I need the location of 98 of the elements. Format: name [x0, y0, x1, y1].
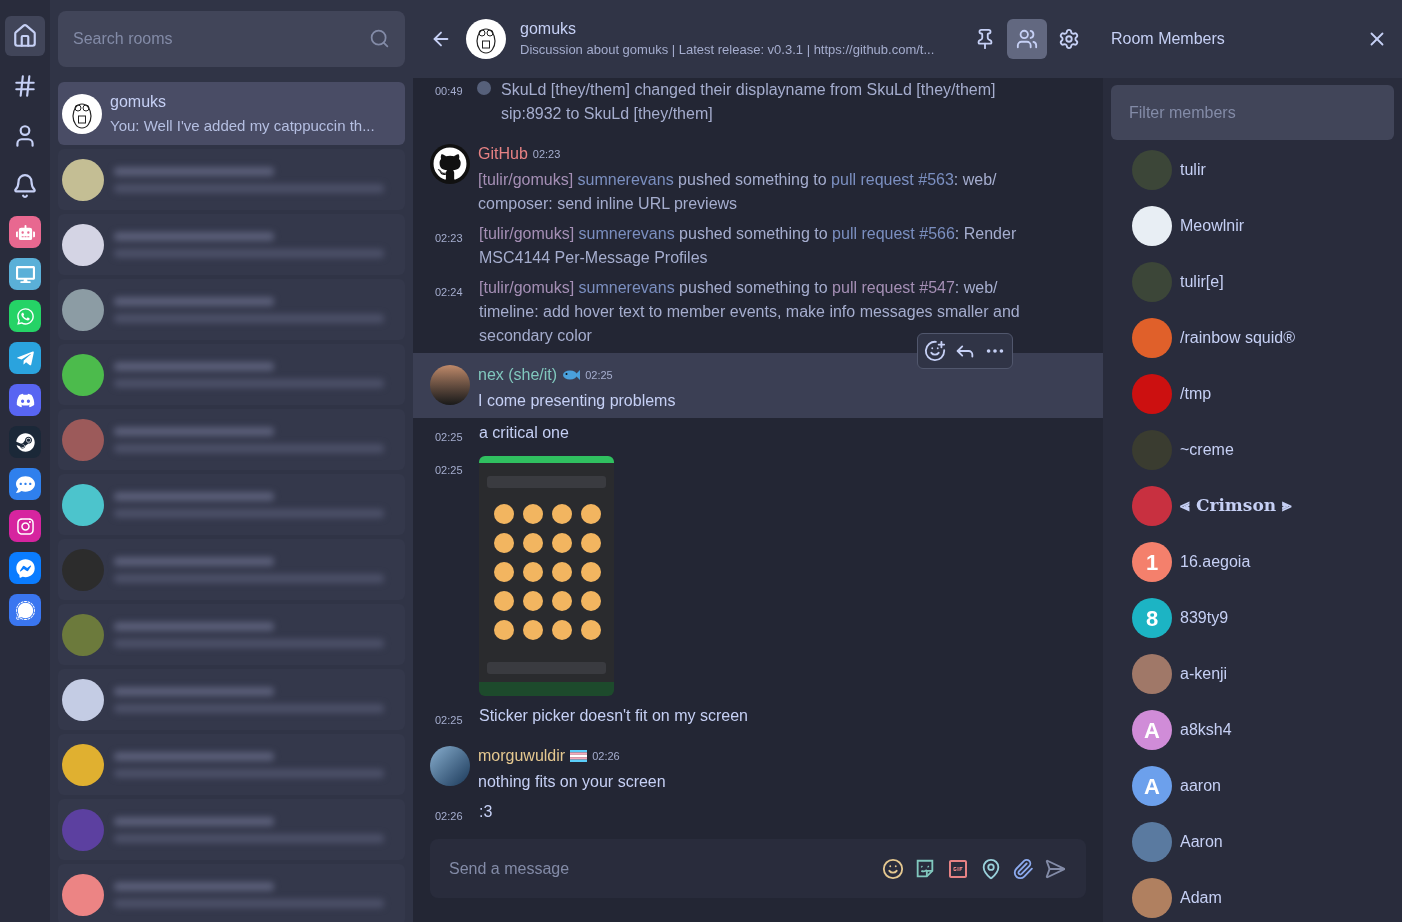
member-item[interactable]: ⫷ Crimson ⫸ — [1132, 478, 1402, 534]
blurred-room-item[interactable] — [58, 279, 405, 340]
member-name: aaron — [1180, 776, 1221, 796]
message-text: [tulir/gomuks] sumnerevans pushed something to pull request #547: web/ timeline: add hover text to member events, make info messages smaller and secondary color — [479, 278, 1021, 346]
camera-icon[interactable] — [9, 510, 41, 542]
membership-event-text: SkuLd [they/them] changed their displayname from SkuLd [they/them] sip:8932 to SkuLd [they/them] — [501, 80, 997, 124]
gopher-avatar-icon — [466, 19, 506, 59]
letter-avatar: A — [1132, 766, 1172, 806]
blurred-room-item[interactable] — [58, 669, 405, 730]
member-item[interactable]: Aaron — [1132, 814, 1402, 870]
message-time: 02:23 — [532, 146, 561, 162]
member-name: Adam — [1180, 888, 1222, 908]
sender-name[interactable]: GitHub — [478, 144, 528, 164]
member-name: ~creme — [1180, 440, 1234, 460]
member-name: a8ksh4 — [1180, 720, 1232, 740]
panel-title: Room Members — [1111, 29, 1225, 49]
sticker-picker-screenshot-drawing[interactable] — [479, 456, 614, 696]
member-item[interactable]: tulir — [1132, 142, 1402, 198]
message-time: 02:26 — [592, 748, 620, 764]
message-time: 00:49 — [435, 85, 463, 97]
send-icon[interactable] — [1044, 858, 1066, 880]
message-time: 02:25 — [435, 464, 463, 476]
member-name: tulir — [1180, 160, 1206, 180]
blurred-room-item[interactable] — [58, 864, 405, 922]
blurred-room-item[interactable] — [58, 474, 405, 535]
member-name: ⫷ Crimson ⫸ — [1180, 494, 1293, 518]
room-title: gomuks — [520, 19, 578, 40]
robot-icon[interactable] — [9, 216, 41, 248]
gamepad-face-icon[interactable] — [9, 384, 41, 416]
member-name: 839ty9 — [1180, 608, 1229, 628]
search-field[interactable]: Search rooms — [58, 11, 405, 67]
striped-flag-icon — [570, 750, 588, 762]
fish-icon — [562, 369, 581, 381]
member-item[interactable]: tulir[e] — [1132, 254, 1402, 310]
message-text: :3 — [479, 802, 494, 822]
gif-icon[interactable] — [946, 857, 970, 881]
letter-avatar: 8 — [1132, 598, 1172, 638]
smiley-icon[interactable] — [882, 858, 904, 880]
message-text: nothing fits on your screen — [478, 772, 667, 792]
member-item[interactable]: /rainbow squid® — [1132, 310, 1402, 366]
letter-avatar: 1 — [1132, 542, 1172, 582]
blurred-room-item[interactable] — [58, 344, 405, 405]
steam-gear-icon[interactable] — [9, 426, 41, 458]
room-item[interactable]: gomuks You: Well I've added my catppuccin th... — [58, 82, 405, 145]
lightning-bubble-icon[interactable] — [9, 552, 41, 584]
paper-plane-icon[interactable] — [9, 342, 41, 374]
message-time: 02:25 — [435, 431, 463, 443]
computer-icon[interactable] — [9, 258, 41, 290]
add-reaction-icon[interactable] — [924, 340, 946, 362]
message-time: 02:24 — [435, 286, 463, 298]
filter-field[interactable]: Filter members — [1111, 85, 1394, 140]
phone-bubble-icon[interactable] — [9, 300, 41, 332]
home-icon[interactable] — [5, 16, 45, 56]
location-pin-icon[interactable] — [980, 858, 1002, 880]
member-name: Meowlnir — [1180, 216, 1244, 236]
member-item[interactable]: ~creme — [1132, 422, 1402, 478]
search-icon[interactable] — [369, 28, 390, 49]
github-avatar-icon — [430, 144, 470, 184]
member-item[interactable]: 1 16.aegoia — [1132, 534, 1402, 590]
gopher-avatar-icon — [62, 93, 102, 134]
member-name: tulir[e] — [1180, 272, 1224, 292]
member-name: Aaron — [1180, 832, 1223, 852]
member-name: /tmp — [1180, 384, 1212, 404]
message-text: I come presenting problems — [478, 391, 677, 411]
message-time: 02:25 — [435, 714, 463, 726]
chat-bubble-icon[interactable] — [9, 468, 41, 500]
sender-name[interactable]: morguwuldir — [478, 746, 566, 766]
sticker-icon[interactable] — [914, 858, 936, 880]
blurred-room-item[interactable] — [58, 214, 405, 275]
member-name: /rainbow squid® — [1180, 328, 1295, 348]
member-name: a-kenji — [1180, 664, 1228, 684]
members-icon[interactable] — [1007, 19, 1047, 59]
speech-bubble-icon[interactable] — [9, 594, 41, 626]
member-item[interactable]: A aaron — [1132, 758, 1402, 814]
sender-name[interactable]: nex (she/it) — [478, 365, 558, 385]
blurred-room-item[interactable] — [58, 149, 405, 210]
letter-avatar: A — [1132, 710, 1172, 750]
member-item[interactable]: Adam — [1132, 870, 1402, 922]
message-field[interactable]: Send a message — [430, 839, 1086, 898]
room-preview: You: Well I've added my catppuccin th... — [110, 115, 375, 136]
message-text: Sticker picker doesn't fit on my screen — [479, 706, 749, 726]
blurred-room-item[interactable] — [58, 734, 405, 795]
member-name: 16.aegoia — [1180, 552, 1251, 572]
room-name: gomuks — [110, 91, 168, 112]
room-topic: Discussion about gomuks | Latest release: v0.3.1 | https://github.com/t... — [520, 41, 935, 60]
member-item[interactable]: Meowlnir — [1132, 198, 1402, 254]
paperclip-icon[interactable] — [1012, 858, 1034, 880]
message-time: 02:26 — [435, 810, 463, 822]
message-time: 02:23 — [435, 232, 463, 244]
sunset-photo-avatar — [430, 365, 470, 405]
user-avatar — [477, 81, 491, 95]
message-time: 02:25 — [585, 367, 613, 383]
member-item[interactable]: 8 839ty9 — [1132, 590, 1402, 646]
member-item[interactable]: A a8ksh4 — [1132, 702, 1402, 758]
member-item[interactable]: a-kenji — [1132, 646, 1402, 702]
member-item[interactable]: /tmp — [1132, 366, 1402, 422]
message-text: a critical one — [479, 423, 570, 443]
character-avatar — [430, 746, 470, 786]
